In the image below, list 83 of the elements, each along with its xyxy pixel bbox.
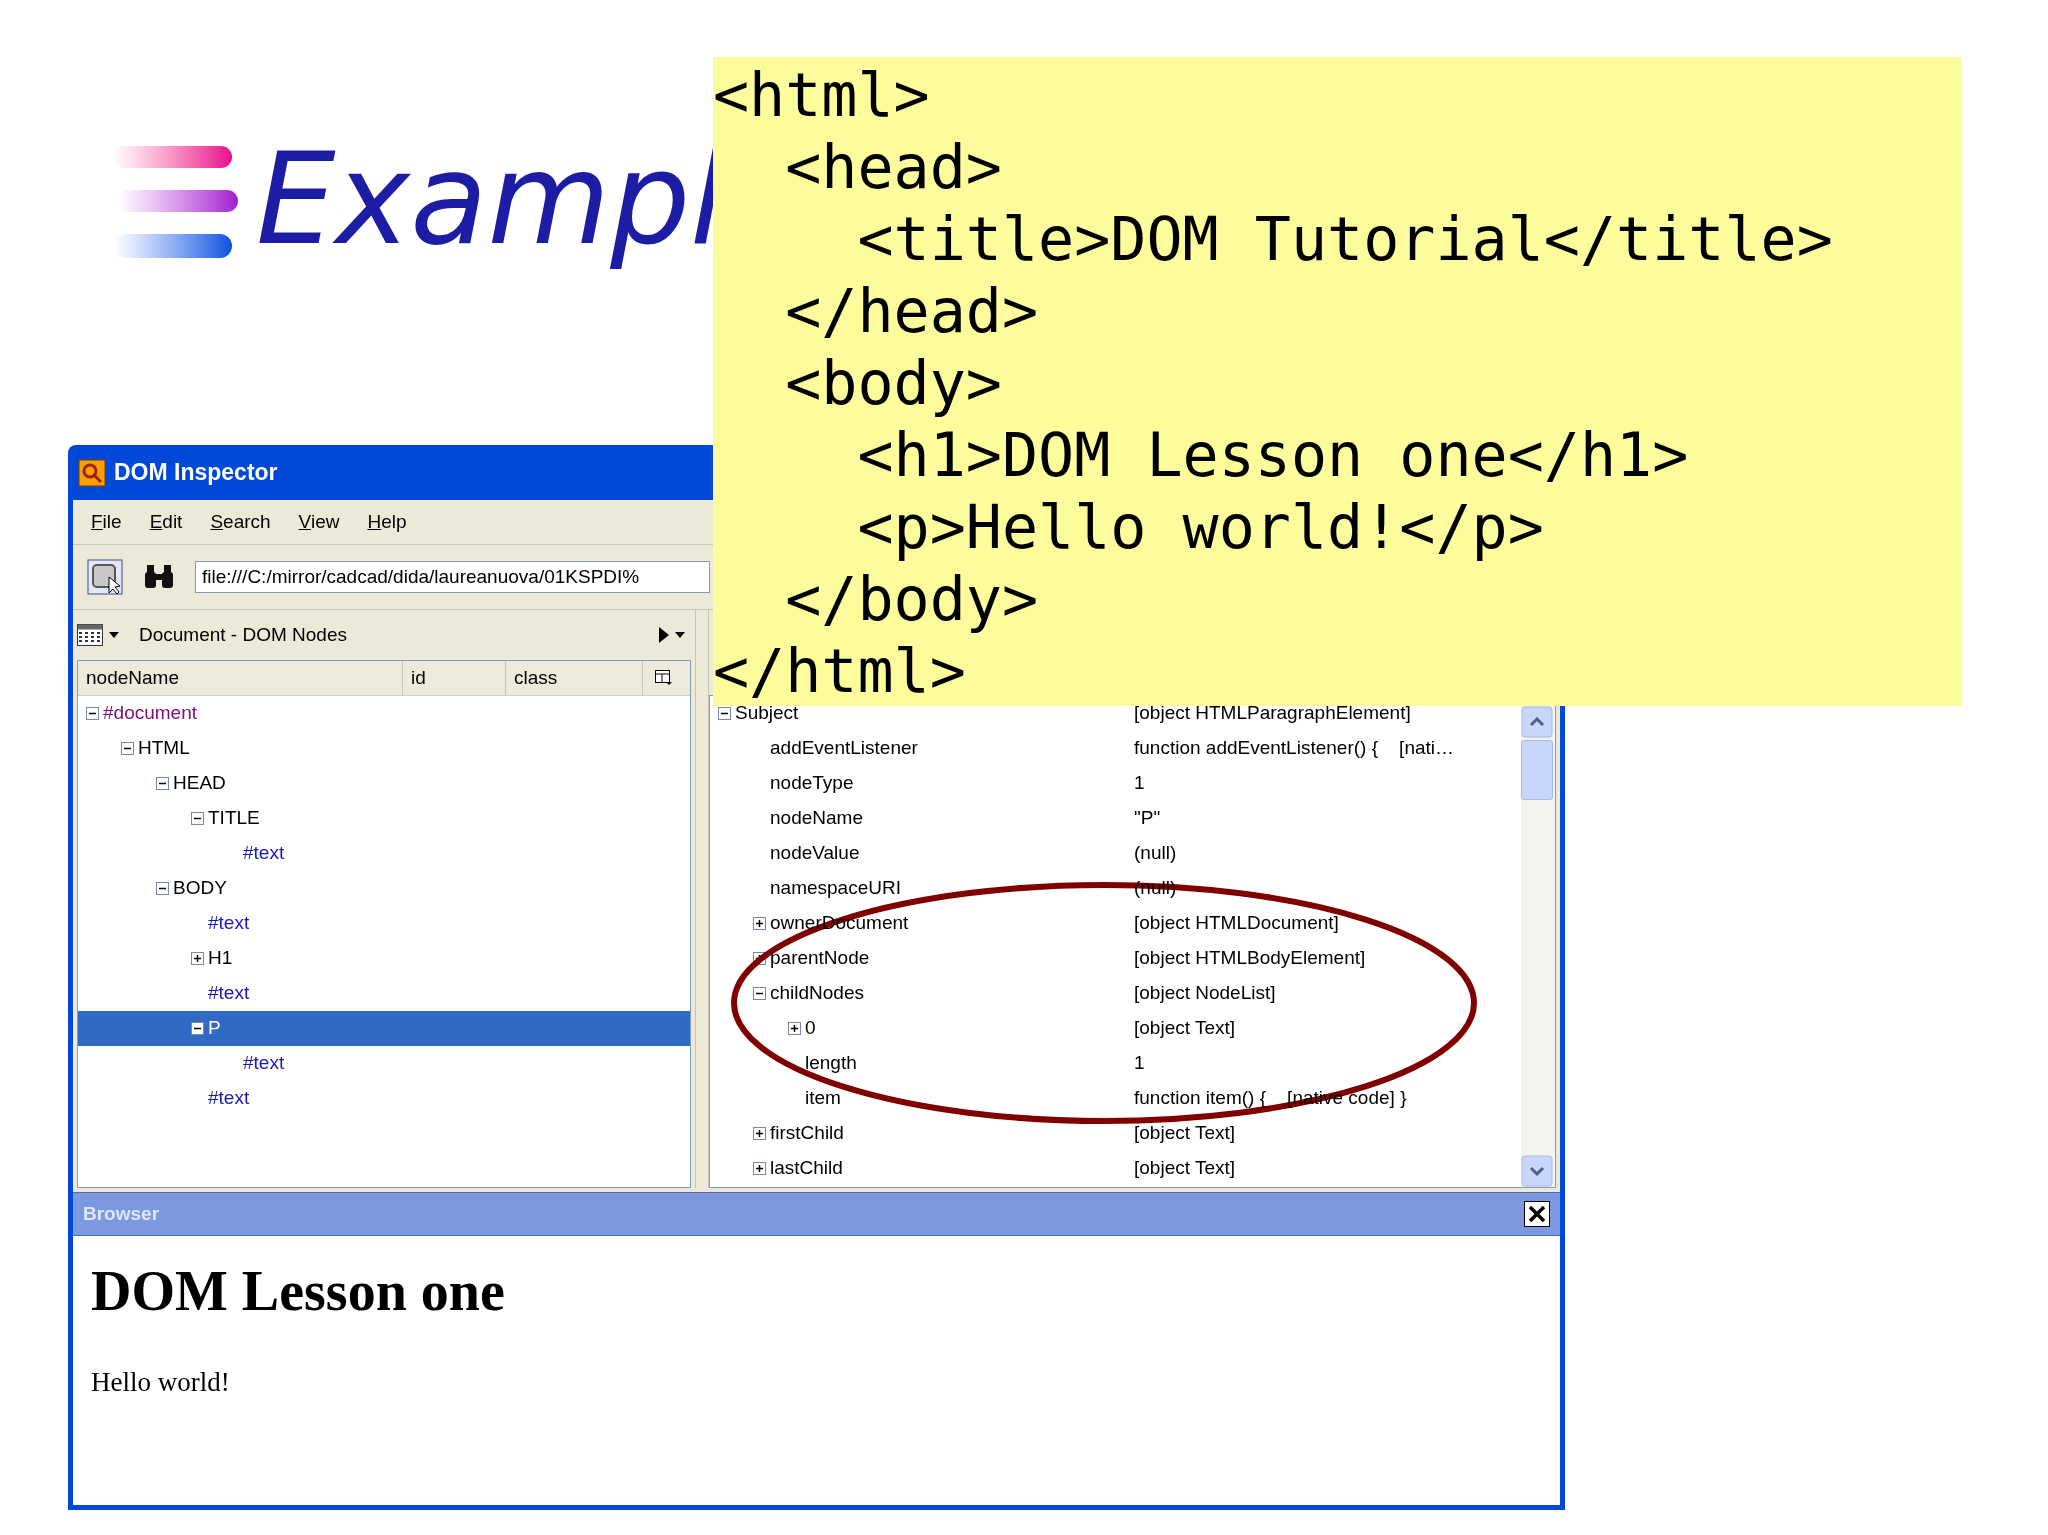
collapse-icon[interactable]: [86, 707, 99, 720]
window-title: DOM Inspector: [114, 458, 278, 488]
property-name: nodeType: [770, 771, 854, 796]
tree-item[interactable]: #text: [78, 836, 690, 871]
property-value: (null): [1134, 841, 1177, 866]
page-paragraph: Hello world!: [91, 1366, 231, 1399]
collapse-icon[interactable]: [718, 707, 731, 720]
tree-item[interactable]: HTML: [78, 731, 690, 766]
property-name: firstChild: [770, 1121, 844, 1146]
code-line: <title>DOM Tutorial</title>: [856, 203, 1833, 275]
collapse-icon[interactable]: [191, 812, 204, 825]
property-name: length: [805, 1051, 857, 1076]
column-picker-icon[interactable]: [655, 670, 673, 686]
scroll-up-icon[interactable]: [1521, 706, 1553, 738]
collapse-icon[interactable]: [121, 742, 134, 755]
expand-icon[interactable]: [191, 952, 204, 965]
column-header[interactable]: nodeName: [78, 661, 403, 695]
property-value: [object Text]: [1134, 1016, 1236, 1041]
node-picker-icon[interactable]: [87, 559, 123, 595]
menu-item[interactable]: File: [91, 507, 122, 537]
property-name: childNodes: [770, 981, 864, 1006]
property-name: addEventListener: [770, 736, 918, 761]
property-name: lastChild: [770, 1156, 843, 1181]
collapse-icon[interactable]: [156, 777, 169, 790]
collapse-icon[interactable]: [753, 987, 766, 1000]
column-header[interactable]: class: [506, 661, 643, 695]
tree-item[interactable]: TITLE: [78, 801, 690, 836]
tree-item[interactable]: #text: [78, 906, 690, 941]
property-name: namespaceURI: [770, 876, 901, 901]
tree-item[interactable]: HEAD: [78, 766, 690, 801]
browser-title: Browser: [83, 1201, 160, 1226]
property-name: parentNode: [770, 946, 870, 971]
expand-icon[interactable]: [788, 1022, 801, 1035]
scrollbar[interactable]: [1521, 706, 1555, 1187]
menu-item[interactable]: Search: [210, 507, 271, 537]
expand-icon[interactable]: [753, 917, 766, 930]
property-value: 1: [1134, 771, 1145, 796]
collapse-icon[interactable]: [156, 882, 169, 895]
property-value: [object HTMLDocument]: [1134, 911, 1339, 936]
close-icon[interactable]: [1524, 1201, 1550, 1227]
menu-item[interactable]: Edit: [149, 507, 183, 537]
code-line: <body>: [784, 347, 1002, 419]
tree-item[interactable]: P: [78, 1011, 690, 1046]
scroll-down-icon[interactable]: [1521, 1155, 1553, 1187]
play-icon[interactable]: [659, 627, 669, 643]
property-name: item: [805, 1086, 841, 1111]
tree-item[interactable]: BODY: [78, 871, 690, 906]
property-name: nodeValue: [770, 841, 860, 866]
property-value: [object Text]: [1134, 1156, 1236, 1181]
menu-item[interactable]: Help: [367, 507, 407, 537]
caret-icon[interactable]: [109, 632, 119, 638]
collapse-icon[interactable]: [191, 1022, 204, 1035]
property-value: [object HTMLParagraphElement]: [1134, 701, 1411, 726]
tree-item[interactable]: #text: [78, 976, 690, 1011]
code-line: <head>: [784, 131, 1002, 203]
tree-item[interactable]: H1: [78, 941, 690, 976]
property-value: [object Text]: [1134, 1121, 1236, 1146]
table-icon[interactable]: [77, 624, 103, 646]
page-heading: DOM Lesson one: [91, 1259, 506, 1324]
caret-icon[interactable]: [675, 632, 685, 638]
panel-title: Document - DOM Nodes: [139, 622, 348, 647]
scroll-thumb[interactable]: [1521, 740, 1553, 800]
property-name: 0: [805, 1016, 816, 1041]
code-line: <h1>DOM Lesson one</h1>: [856, 419, 1689, 491]
magnifier-app-icon: [78, 458, 106, 487]
code-line: </body>: [784, 563, 1039, 635]
property-value: [object NodeList]: [1134, 981, 1276, 1006]
tree-item[interactable]: #text: [78, 1081, 690, 1116]
property-name: nodeName: [770, 806, 863, 831]
code-line: <p>Hello world!</p>: [856, 491, 1544, 563]
property-value: "P": [1134, 806, 1161, 831]
expand-icon[interactable]: [753, 1162, 766, 1175]
property-value: 1: [1134, 1051, 1145, 1076]
tree-item[interactable]: #text: [78, 1046, 690, 1081]
property-value: [object HTMLBodyElement]: [1134, 946, 1366, 971]
column-header[interactable]: id: [403, 661, 506, 695]
expand-icon[interactable]: [753, 1127, 766, 1140]
tree-item[interactable]: #document: [78, 696, 690, 731]
address-field[interactable]: file:///C:/mirror/cadcad/dida/laureanuova/01KSPDI%: [195, 561, 710, 593]
binoculars-icon[interactable]: [143, 564, 175, 590]
code-line: </head>: [784, 275, 1039, 347]
menu-item[interactable]: View: [298, 507, 340, 537]
property-value: function addEventListener() { [nati…: [1134, 736, 1454, 761]
